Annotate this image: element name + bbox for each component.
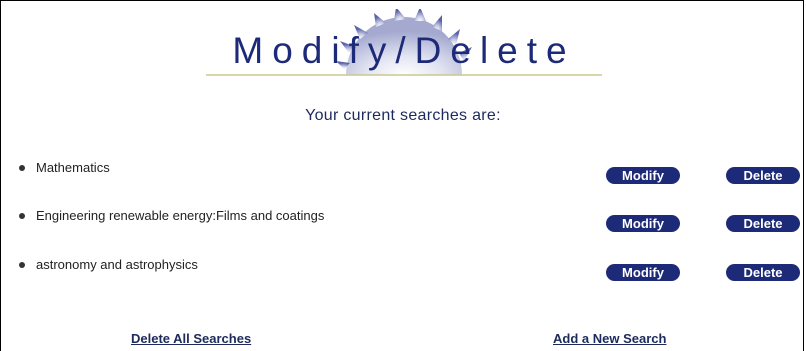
delete-button[interactable]: Delete xyxy=(726,215,800,232)
bullet-icon xyxy=(19,262,25,268)
page-header-logo: Modify/Delete xyxy=(206,9,602,77)
bullet-icon xyxy=(19,213,25,219)
page-title: Modify/Delete xyxy=(232,30,576,71)
modify-button[interactable]: Modify xyxy=(606,215,680,232)
search-label: Engineering renewable energy:Films and c… xyxy=(36,208,325,223)
bullet-icon xyxy=(19,165,25,171)
list-item: Engineering renewable energy:Films and c… xyxy=(19,208,801,232)
list-item: astronomy and astrophysics Modify Delete xyxy=(19,257,801,281)
delete-all-searches-link[interactable]: Delete All Searches xyxy=(131,331,251,346)
page-frame: Modify/Delete Your current searches are:… xyxy=(0,0,804,351)
searches-heading: Your current searches are: xyxy=(305,107,501,124)
modify-button[interactable]: Modify xyxy=(606,167,680,184)
add-new-search-link[interactable]: Add a New Search xyxy=(553,331,666,346)
modify-button[interactable]: Modify xyxy=(606,264,680,281)
delete-button[interactable]: Delete xyxy=(726,167,800,184)
search-label: astronomy and astrophysics xyxy=(36,257,198,272)
list-item: Mathematics Modify Delete xyxy=(19,160,801,184)
search-label: Mathematics xyxy=(36,160,110,175)
delete-button[interactable]: Delete xyxy=(726,264,800,281)
